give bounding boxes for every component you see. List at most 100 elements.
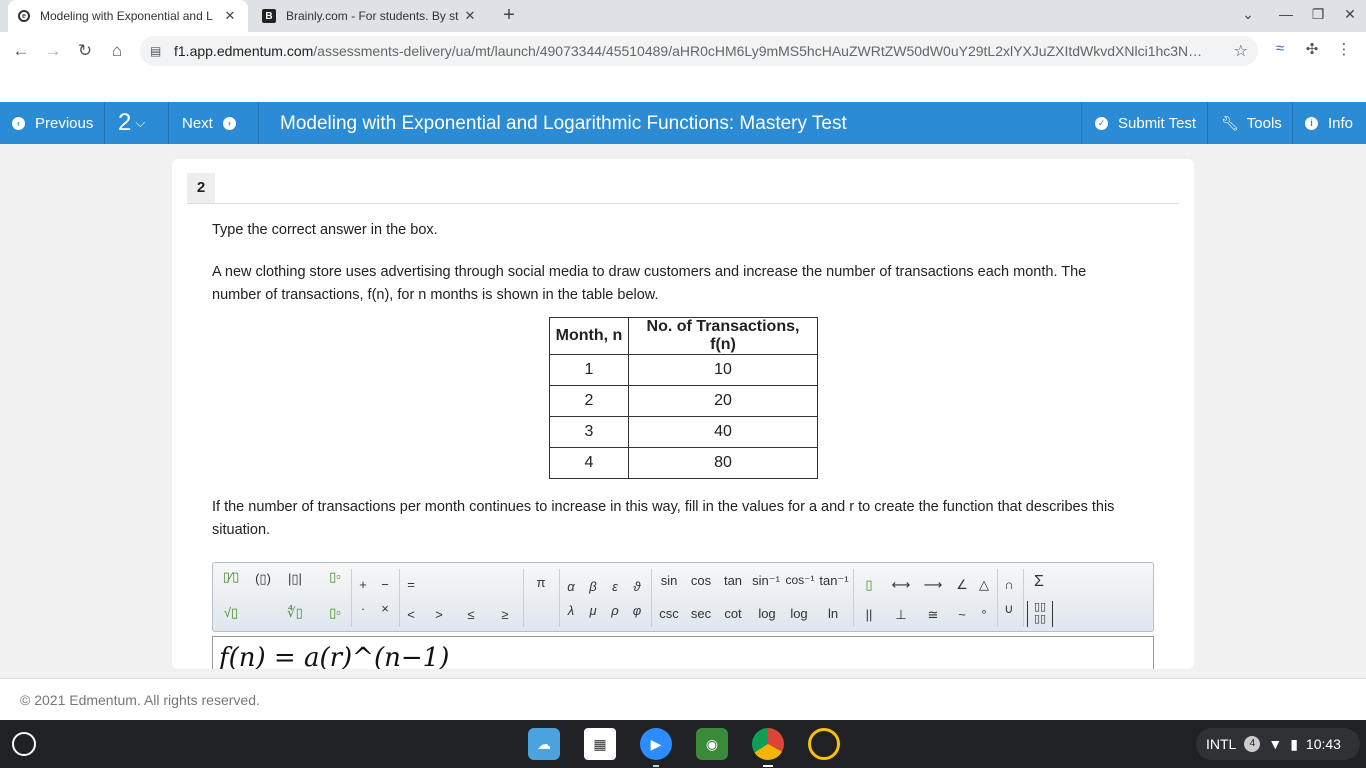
perpendicular-button[interactable]: ⊥ (889, 607, 913, 623)
tab-search-icon[interactable]: ⌄ (1238, 6, 1258, 23)
theta-button[interactable]: ϑ (625, 579, 649, 594)
tan-button[interactable]: tan (719, 573, 747, 588)
next-button[interactable]: Next › (169, 102, 259, 144)
restore-icon[interactable]: ❐ (1308, 6, 1328, 23)
arcsin-button[interactable]: sin⁻¹ (749, 573, 783, 589)
cloud-app-icon[interactable]: ☁ (528, 728, 560, 760)
epsilon-button[interactable]: ε (603, 579, 627, 594)
cot-button[interactable]: cot (719, 606, 747, 621)
beta-button[interactable]: β (581, 579, 605, 594)
mu-button[interactable]: μ (581, 603, 605, 618)
less-than-button[interactable]: < (399, 607, 423, 622)
camera-app-icon[interactable]: ◉ (696, 728, 728, 760)
arctan-button[interactable]: tan⁻¹ (817, 573, 851, 589)
new-tab-button[interactable]: + (498, 4, 520, 26)
angle-button[interactable]: ∠ (950, 577, 974, 593)
ray-button[interactable]: ⟶ (921, 577, 945, 593)
dot-button[interactable]: · (351, 601, 375, 616)
wifi-icon: ▼ (1268, 736, 1283, 752)
equals-button[interactable]: = (399, 577, 423, 592)
info-icon: i (1305, 116, 1318, 130)
degree-button[interactable]: ° (972, 607, 996, 622)
launcher-icon[interactable] (12, 732, 36, 756)
less-equal-button[interactable]: ≤ (459, 607, 483, 622)
zoom-app-icon[interactable]: ▶ (640, 728, 672, 767)
edmentum-favicon-icon: e (18, 10, 30, 22)
instruction-text: Type the correct answer in the box. (212, 222, 438, 238)
check-circle-icon: ✓ (1095, 116, 1108, 130)
back-icon[interactable]: ← (10, 40, 32, 62)
keyboard-locale: INTL (1206, 736, 1237, 752)
phi-button[interactable]: φ (625, 603, 649, 618)
table-cell: 10 (628, 354, 818, 386)
summation-button[interactable]: Σ (1027, 573, 1051, 591)
extension-icon[interactable]: ≈ (1269, 40, 1291, 57)
forward-icon[interactable]: → (42, 40, 64, 62)
table-cell: 80 (628, 447, 818, 479)
system-tray[interactable]: INTL 4 ▼ ▮ 10:43 (1196, 728, 1360, 760)
wrench-icon: 🔧︎ (1221, 114, 1239, 131)
chrome-app-icon[interactable] (752, 728, 784, 767)
similar-button[interactable]: ~ (950, 607, 974, 622)
column-header-transactions: No. of Transactions, f(n) (628, 317, 818, 355)
overline-button[interactable]: ▯ (857, 577, 881, 593)
plus-button[interactable]: + (351, 577, 375, 592)
sec-button[interactable]: sec (687, 606, 715, 621)
address-bar[interactable]: ▤ f1.app.edmentum.com /assessments-deliv… (140, 36, 1258, 66)
calculator-app-icon[interactable]: ▦ (584, 728, 616, 760)
fraction-button[interactable]: ▯⁄▯ (219, 569, 243, 585)
lambda-button[interactable]: λ (559, 603, 583, 618)
previous-button[interactable]: ‹ Previous (0, 102, 105, 144)
exponent-button[interactable]: ▯▫ (323, 569, 347, 585)
arccos-button[interactable]: cos⁻¹ (783, 573, 817, 587)
matrix-button[interactable]: ▯▯ ▯▯ (1027, 601, 1053, 627)
alpha-button[interactable]: α (559, 579, 583, 594)
extensions-puzzle-icon[interactable]: ✣ (1301, 40, 1323, 58)
times-button[interactable]: × (373, 601, 397, 616)
timer-app-icon[interactable] (808, 728, 840, 760)
greater-equal-button[interactable]: ≥ (493, 607, 517, 622)
parallel-button[interactable]: || (857, 607, 881, 622)
tab-brainly[interactable]: B Brainly.com - For students. By st ✕ (252, 0, 488, 32)
home-icon[interactable]: ⌂ (106, 40, 128, 62)
close-window-icon[interactable]: ✕ (1340, 6, 1360, 23)
close-tab-icon[interactable]: ✕ (222, 8, 238, 24)
greater-than-button[interactable]: > (427, 607, 451, 622)
triangle-button[interactable]: △ (972, 577, 996, 593)
answer-equation-field[interactable]: f(n) = a(r)^(n−1) (212, 636, 1154, 669)
log-button[interactable]: log (753, 606, 781, 621)
absolute-value-button[interactable]: |▯| (283, 571, 307, 587)
tab-edmentum[interactable]: e Modeling with Exponential and L ✕ (8, 0, 248, 32)
browser-tab-strip: e Modeling with Exponential and L ✕ B Br… (0, 0, 1366, 32)
close-tab-icon[interactable]: ✕ (462, 8, 478, 24)
log-base-button[interactable]: log (785, 606, 813, 621)
line-button[interactable]: ⟷ (889, 577, 913, 593)
congruent-button[interactable]: ≅ (921, 607, 945, 623)
union-button[interactable]: ∪ (997, 601, 1021, 617)
browser-menu-icon[interactable]: ⋮ (1333, 40, 1355, 58)
table-cell: 1 (549, 354, 629, 386)
pi-button[interactable]: π (529, 575, 553, 590)
tools-button[interactable]: 🔧︎ Tools (1208, 102, 1293, 144)
rho-button[interactable]: ρ (603, 603, 627, 618)
site-info-icon[interactable]: ▤ (150, 44, 164, 58)
divider (651, 569, 652, 627)
nth-root-button[interactable]: ∜▯ (283, 605, 307, 621)
parentheses-button[interactable]: (▯) (251, 571, 275, 587)
square-root-button[interactable]: √▯ (219, 605, 243, 621)
question-number-label: 2 (118, 109, 132, 136)
cos-button[interactable]: cos (687, 573, 715, 588)
tab-title: Brainly.com - For students. By st (286, 9, 459, 23)
minus-button[interactable]: − (373, 577, 397, 592)
submit-test-button[interactable]: ✓ Submit Test (1081, 102, 1208, 144)
info-button[interactable]: i Info (1293, 102, 1366, 144)
intersection-button[interactable]: ∩ (997, 577, 1021, 592)
ln-button[interactable]: ln (819, 606, 847, 621)
csc-button[interactable]: csc (655, 606, 683, 621)
subscript-button[interactable]: ▯▫ (323, 605, 347, 621)
bookmark-star-icon[interactable]: ☆ (1234, 41, 1248, 61)
minimize-icon[interactable]: — (1276, 6, 1296, 22)
sin-button[interactable]: sin (655, 573, 683, 588)
reload-icon[interactable]: ↻ (74, 40, 96, 62)
question-selector[interactable]: 2 ⌵ (105, 102, 169, 144)
